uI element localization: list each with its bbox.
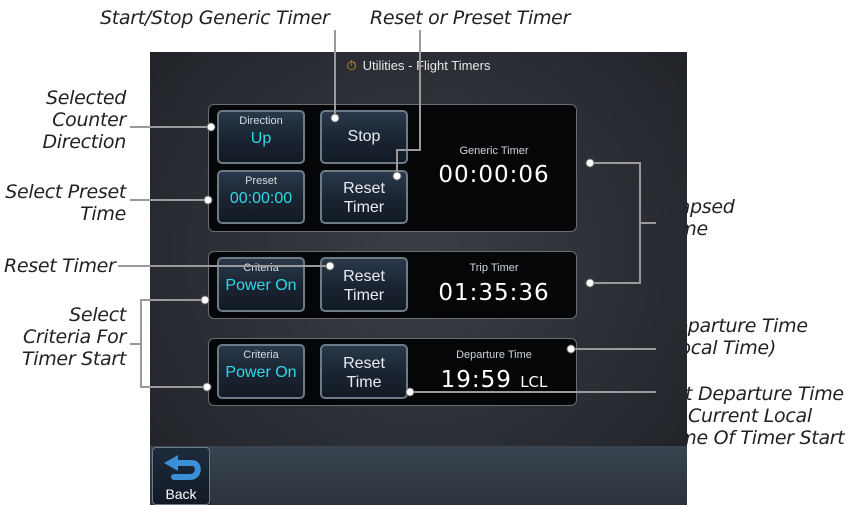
reset-line1: Reset xyxy=(343,268,385,285)
departure-time-label: Departure Time xyxy=(456,349,532,361)
reset-line2: Timer xyxy=(343,287,385,304)
preset-button[interactable]: Preset 00:00:00 xyxy=(217,170,305,224)
reset-departure-time-button[interactable]: Reset Time xyxy=(320,344,408,399)
departure-time-value: 19:59 LCL xyxy=(419,367,569,393)
direction-label: Direction xyxy=(239,115,283,127)
direction-button[interactable]: Direction Up xyxy=(217,110,305,164)
callout-reset-preset: Reset or Preset Timer xyxy=(370,7,571,29)
direction-value: Up xyxy=(250,130,272,147)
page-title: Utilities - Flight Timers xyxy=(362,58,491,73)
trip-criteria-button[interactable]: Criteria Power On xyxy=(217,257,305,312)
trip-timer-value: 01:35:36 xyxy=(438,280,550,306)
back-button[interactable]: Back xyxy=(152,447,210,505)
generic-timer-panel: Direction Up Stop Preset 00:00:00 Reset … xyxy=(208,104,577,232)
reset-line1: Reset xyxy=(343,355,385,372)
reset-line1: Reset xyxy=(343,180,385,197)
callout-start-stop: Start/Stop Generic Timer xyxy=(100,7,330,29)
stop-button[interactable]: Stop xyxy=(320,110,408,164)
trip-criteria-label: Criteria xyxy=(243,262,279,274)
reset-line2: Timer xyxy=(343,199,385,216)
departure-time-panel: Criteria Power On Reset Time Departure T… xyxy=(208,338,577,406)
back-label: Back xyxy=(165,486,197,502)
departure-time-suffix: LCL xyxy=(520,373,548,391)
device-screen: ⏱ Utilities - Flight Timers Direction Up … xyxy=(150,52,687,505)
departure-criteria-value: Power On xyxy=(225,364,297,381)
departure-time-clock: 19:59 xyxy=(440,367,512,393)
title-bar: ⏱ Utilities - Flight Timers xyxy=(150,52,687,80)
stop-label: Stop xyxy=(347,128,381,145)
departure-criteria-label: Criteria xyxy=(243,349,279,361)
bottom-bar xyxy=(150,446,687,505)
reset-generic-timer-button[interactable]: Reset Timer xyxy=(320,170,408,224)
stopwatch-icon: ⏱ xyxy=(346,58,357,73)
generic-timer-value: 00:00:06 xyxy=(438,162,550,188)
preset-value: 00:00:00 xyxy=(229,190,293,207)
back-arrow-icon xyxy=(164,455,201,480)
trip-timer-panel: Criteria Power On Reset Timer Trip Timer… xyxy=(208,251,577,319)
callout-select-criteria: Select Criteria For Timer Start xyxy=(21,304,126,370)
callout-reset-timer: Reset Timer xyxy=(4,255,116,277)
callout-select-preset: Select Preset Time xyxy=(5,181,126,225)
reset-trip-timer-button[interactable]: Reset Timer xyxy=(320,257,408,312)
reset-line2: Time xyxy=(346,374,382,391)
generic-timer-label: Generic Timer xyxy=(459,145,529,157)
callout-selected-counter: Selected Counter Direction xyxy=(42,87,126,153)
callout-set-departure: Set Departure Time To Current Local Time… xyxy=(662,383,845,449)
trip-criteria-value: Power On xyxy=(225,277,297,294)
departure-criteria-button[interactable]: Criteria Power On xyxy=(217,344,305,399)
trip-timer-label: Trip Timer xyxy=(469,262,519,274)
preset-label: Preset xyxy=(245,175,277,187)
